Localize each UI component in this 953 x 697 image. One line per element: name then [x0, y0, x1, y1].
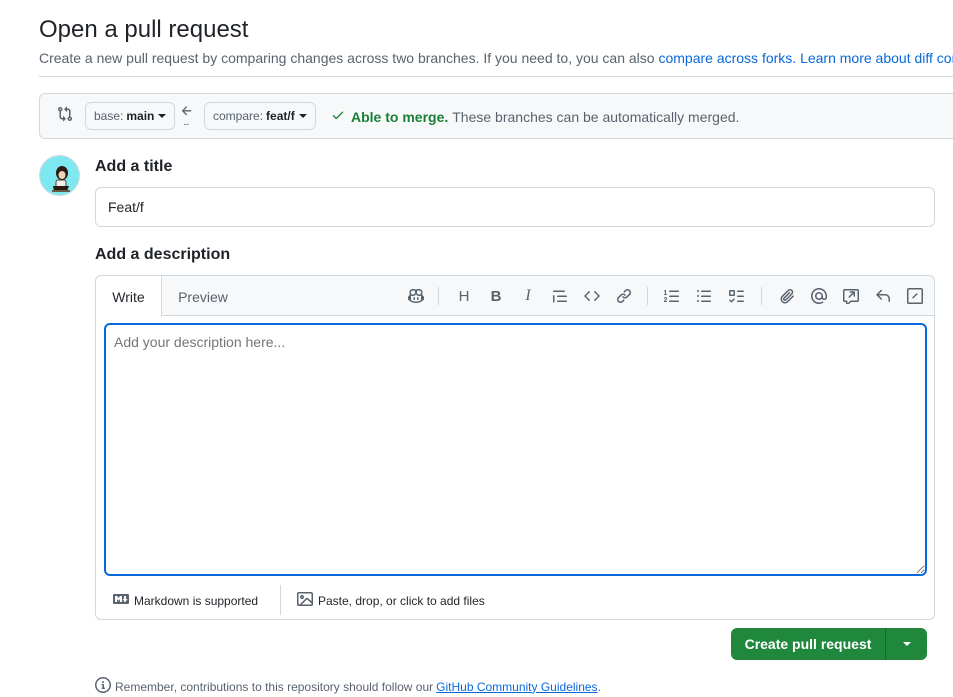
toolbar-separator [761, 287, 762, 305]
tab-write[interactable]: Write [96, 276, 162, 317]
code-icon[interactable] [582, 286, 602, 306]
triangle-down-icon [902, 642, 911, 646]
bold-icon[interactable]: B [486, 286, 506, 306]
compare-prefix: compare: [213, 109, 264, 123]
range-dots: ... [183, 117, 189, 128]
files-note-text: Paste, drop, or click to add files [318, 593, 485, 608]
avatar[interactable] [39, 155, 80, 196]
merge-status: Able to merge. These branches can be aut… [331, 108, 739, 125]
mention-icon[interactable] [809, 286, 829, 306]
git-compare-icon [57, 106, 75, 124]
description-label: Add a description [95, 246, 231, 263]
community-guidelines-link[interactable]: GitHub Community Guidelines [436, 680, 597, 694]
reference-icon[interactable] [841, 286, 861, 306]
editor-header: Write Preview H B I [96, 276, 934, 317]
header-divider [39, 76, 953, 77]
compare-branch-name: feat/f [266, 109, 295, 123]
tab-preview[interactable]: Preview [168, 276, 238, 317]
arrow-left-icon [180, 104, 194, 118]
merge-message: These branches can be automatically merg… [452, 108, 740, 125]
title-input[interactable] [95, 187, 935, 227]
subtitle-text: Create a new pull request by comparing c… [39, 50, 655, 66]
create-pull-request-button[interactable]: Create pull request [731, 628, 886, 660]
attach-icon[interactable] [777, 286, 797, 306]
base-prefix: base: [94, 109, 124, 123]
info-icon [95, 677, 115, 696]
chevron-down-icon [298, 114, 307, 118]
reply-icon[interactable] [873, 286, 893, 306]
reminder-period: . [597, 679, 601, 694]
title-label: Add a title [95, 158, 173, 175]
toolbar-separator [438, 287, 439, 305]
quote-icon[interactable] [550, 286, 570, 306]
footer-separator [280, 585, 281, 615]
markdown-support-note[interactable]: Markdown is supported [113, 591, 258, 610]
italic-icon[interactable]: I [518, 286, 538, 306]
page-subtitle: Create a new pull request by comparing c… [39, 50, 953, 66]
range-editor: base: main ... compare: feat/f Able to m… [39, 93, 953, 139]
reminder-text: Remember, contributions to this reposito… [115, 679, 434, 694]
ordered-list-icon[interactable] [662, 286, 682, 306]
learn-more-link[interactable]: Learn more about diff com [800, 50, 953, 66]
page-title: Open a pull request [39, 16, 249, 43]
create-options-dropdown[interactable] [886, 628, 927, 660]
markdown-icon [113, 591, 134, 610]
editor-footer: Markdown is supported Paste, drop, or cl… [96, 583, 934, 619]
image-icon [297, 591, 318, 610]
unordered-list-icon[interactable] [694, 286, 714, 306]
slash-command-icon[interactable] [905, 286, 925, 306]
guidelines-reminder: Remember, contributions to this reposito… [95, 677, 601, 696]
markdown-editor: Write Preview H B I Add your description… [95, 275, 935, 620]
add-files-button[interactable]: Paste, drop, or click to add files [297, 591, 485, 610]
heading-icon[interactable]: H [454, 286, 474, 306]
compare-branch-selector[interactable]: compare: feat/f [204, 102, 316, 130]
toolbar-separator [647, 287, 648, 305]
task-list-icon[interactable] [726, 286, 746, 306]
check-icon [331, 108, 345, 125]
base-branch-selector[interactable]: base: main [85, 102, 176, 130]
base-branch-name: main [126, 109, 155, 123]
merge-ok-text: Able to merge. [351, 108, 449, 125]
description-textarea[interactable] [104, 323, 927, 576]
link-icon[interactable] [614, 286, 634, 306]
copilot-icon[interactable] [406, 286, 426, 306]
compare-forks-link[interactable]: compare across forks. [658, 50, 796, 66]
chevron-down-icon [158, 114, 167, 118]
create-pr-button-group: Create pull request [731, 628, 927, 660]
markdown-note-text: Markdown is supported [134, 593, 259, 608]
